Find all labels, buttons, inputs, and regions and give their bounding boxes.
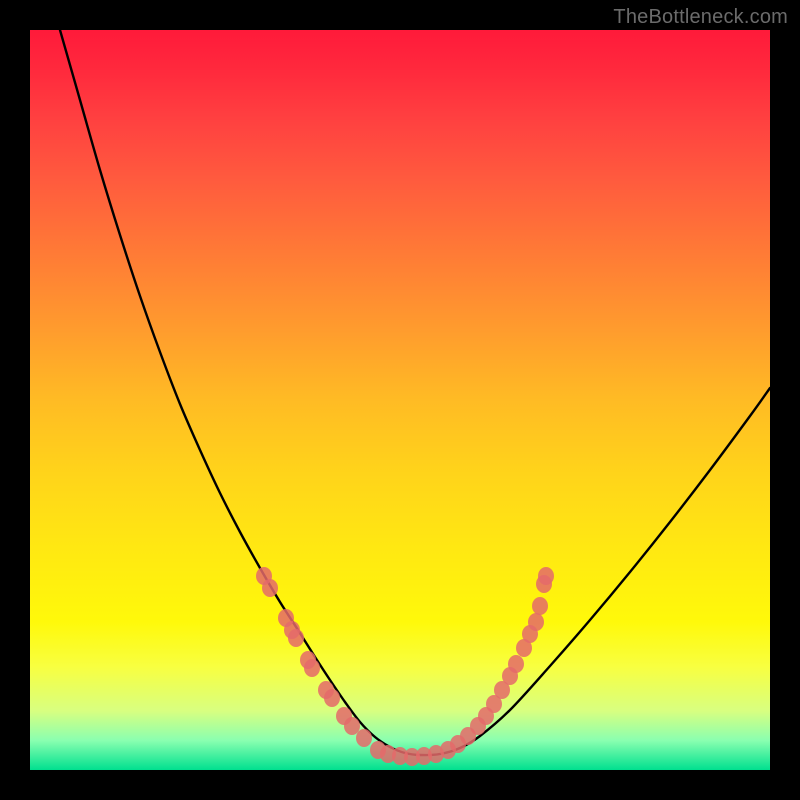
- curve-svg: [30, 30, 770, 770]
- plot-area: [30, 30, 770, 770]
- v-curve-line: [60, 30, 770, 755]
- curve-marker: [304, 659, 320, 677]
- curve-markers: [256, 567, 554, 766]
- curve-marker: [528, 613, 544, 631]
- watermark-text: TheBottleneck.com: [613, 6, 788, 29]
- curve-marker: [508, 655, 524, 673]
- curve-marker: [324, 689, 340, 707]
- curve-marker: [538, 567, 554, 585]
- curve-marker: [532, 597, 548, 615]
- chart-frame: TheBottleneck.com: [0, 0, 800, 800]
- curve-marker: [356, 729, 372, 747]
- curve-marker: [344, 717, 360, 735]
- curve-marker: [262, 579, 278, 597]
- curve-marker: [288, 629, 304, 647]
